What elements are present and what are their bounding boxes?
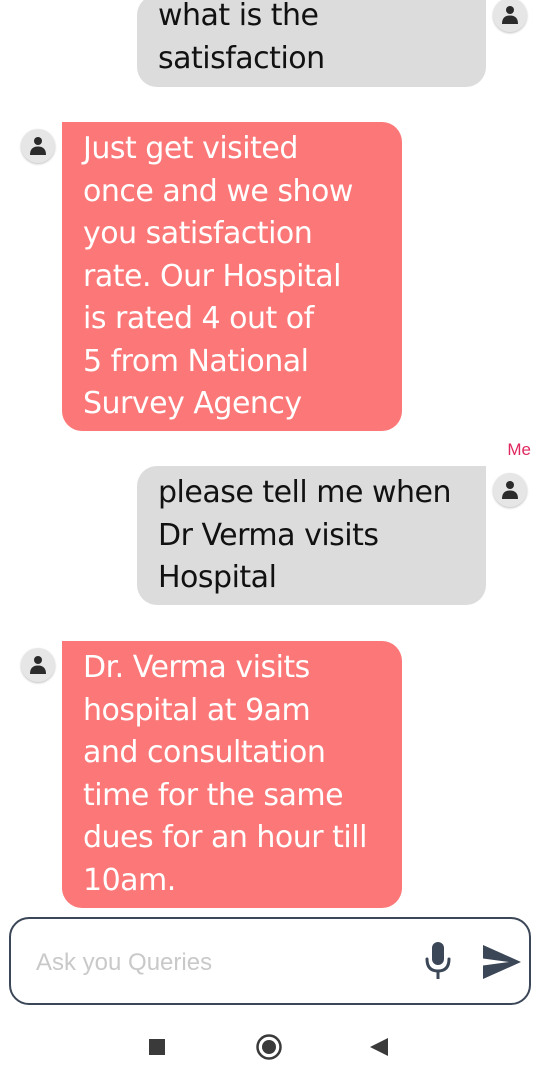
bot-message-bubble: Dr. Verma visits hospital at 9am and con… xyxy=(62,641,402,908)
chat-input-bar xyxy=(9,917,531,1005)
person-icon xyxy=(30,656,46,674)
user-avatar xyxy=(493,473,527,507)
bot-avatar xyxy=(21,129,55,163)
send-icon[interactable] xyxy=(481,943,523,981)
sender-label: Me xyxy=(507,440,531,459)
user-avatar xyxy=(493,0,527,32)
home-circle-icon[interactable] xyxy=(256,1034,282,1060)
bot-message-bubble: Just get visited once and we show you sa… xyxy=(62,122,402,431)
user-message-bubble: please tell me when Dr Verma visits Hosp… xyxy=(137,466,486,605)
recents-square-icon[interactable] xyxy=(149,1039,165,1055)
person-icon xyxy=(30,137,46,155)
microphone-icon[interactable] xyxy=(424,941,452,981)
person-icon xyxy=(502,481,518,499)
back-triangle-icon[interactable] xyxy=(370,1038,388,1056)
query-input[interactable] xyxy=(36,946,406,980)
person-icon xyxy=(502,6,518,24)
bot-avatar xyxy=(21,648,55,682)
user-message-bubble: what is the satisfaction xyxy=(137,0,486,87)
